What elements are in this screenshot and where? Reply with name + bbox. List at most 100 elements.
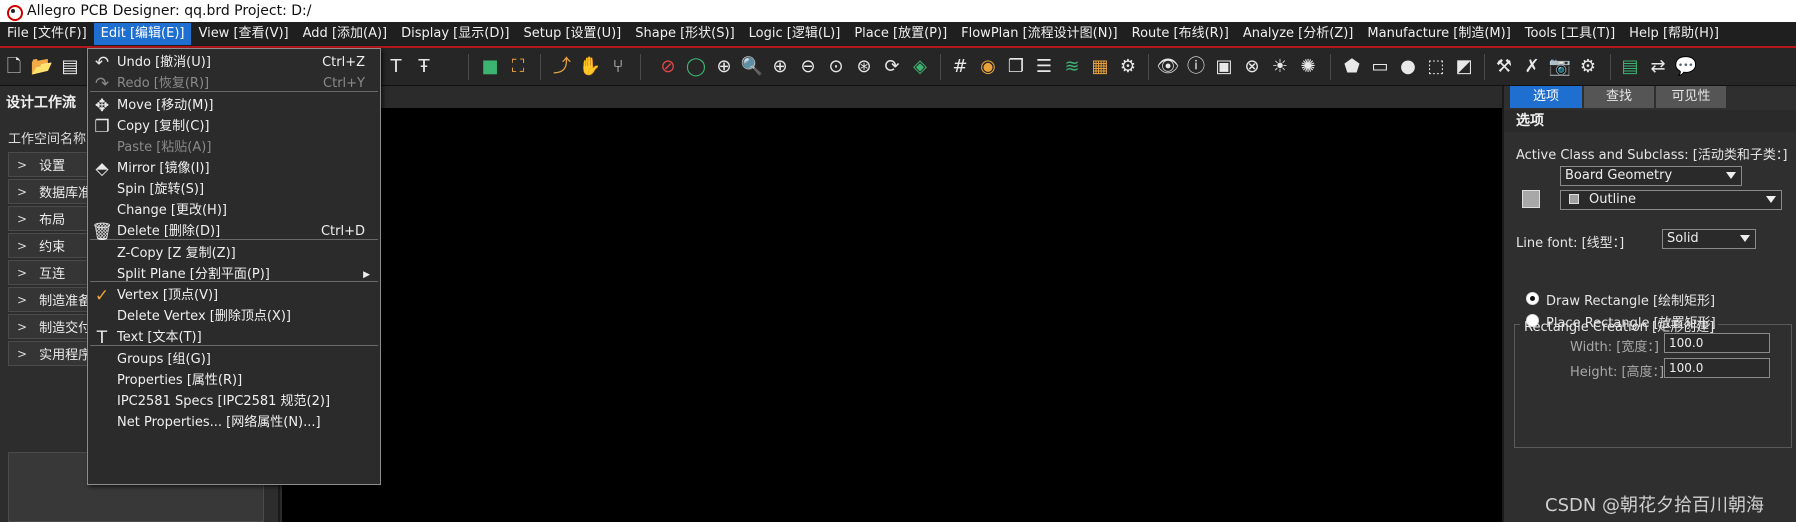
tab-options[interactable]: 选项	[1510, 86, 1582, 108]
class-color-swatch[interactable]	[1522, 190, 1540, 208]
delete-x-icon[interactable]: ✗	[1520, 55, 1544, 79]
route-icon[interactable]: ⤴	[550, 55, 574, 79]
tree-item-label: 设置	[39, 159, 66, 174]
drc-off-icon[interactable]: ⊘	[656, 55, 680, 79]
zoom-window-icon[interactable]: 🔍	[740, 55, 764, 79]
shape-add-icon[interactable]: ⬟	[1340, 55, 1364, 79]
place-icon[interactable]: ⛶	[506, 55, 530, 79]
visibility-icon[interactable]: 👁	[1156, 55, 1180, 79]
shape-circle-icon[interactable]: ●	[1396, 55, 1420, 79]
edit-text-icon[interactable]: Ŧ	[412, 55, 436, 79]
info-icon[interactable]: ⓘ	[1184, 55, 1208, 79]
subclass-select[interactable]: Outline	[1560, 190, 1782, 210]
menu-1[interactable]: Edit [编辑(E)]	[93, 23, 192, 45]
component-icon[interactable]: ■	[478, 55, 502, 79]
highlight-icon[interactable]: ☀	[1268, 55, 1292, 79]
shape-rect-icon[interactable]: ▭	[1368, 55, 1392, 79]
options-header: 选项	[1504, 110, 1796, 132]
script-icon[interactable]: ▤	[1618, 55, 1642, 79]
vertex-icon: ✓	[94, 286, 110, 306]
save-icon[interactable]: ▤	[58, 55, 82, 79]
tree-item-label: 布局	[39, 213, 66, 228]
hide-icon[interactable]: ⊗	[1240, 55, 1264, 79]
edit-menu-item[interactable]: Net Properties... [网络属性(N)...]	[88, 411, 380, 435]
menu-item-label: Net Properties... [网络属性(N)...]	[117, 415, 321, 430]
edit-menu-item[interactable]: T Text [文本(T)]	[88, 326, 380, 350]
settings-icon[interactable]: ⚙	[1116, 55, 1140, 79]
width-input[interactable]: 100.0	[1664, 333, 1770, 353]
zoom-fit-icon[interactable]: ⊕	[712, 55, 736, 79]
dehighlight-icon[interactable]: ✺	[1296, 55, 1320, 79]
open-folder-icon[interactable]: 📂	[30, 55, 54, 79]
comment-icon[interactable]: 💬	[1674, 55, 1698, 79]
menu-4[interactable]: Display [显示(D)]	[394, 23, 516, 45]
width-label: Width: [宽度：]	[1570, 340, 1659, 355]
menu-8[interactable]: Place [放置(P)]	[847, 23, 954, 45]
zoom-center-icon[interactable]: ⊛	[852, 55, 876, 79]
chevron-down-icon	[1740, 235, 1750, 242]
text-icon: T	[96, 328, 108, 348]
menu-10[interactable]: Route [布线(R)]	[1125, 23, 1236, 45]
menu-12[interactable]: Manufacture [制造(M)]	[1360, 23, 1517, 45]
edit-menu-item[interactable]: ↷ Redo [恢复(R)] Ctrl+Y	[88, 72, 380, 96]
tab-find[interactable]: 查找	[1584, 86, 1654, 108]
new-file-icon[interactable]: 🗋	[2, 55, 26, 79]
drc-on-icon[interactable]: ◯	[684, 55, 708, 79]
panel-title: 设计工作流	[6, 95, 76, 111]
shadow-icon[interactable]: ❐	[1004, 55, 1028, 79]
place-rectangle-label: Place Rectangle [放置矩形]	[1546, 316, 1716, 331]
menu-7[interactable]: Logic [逻辑(L)]	[742, 23, 848, 45]
mirror-icon: ⬘	[95, 159, 109, 179]
stackup-icon[interactable]: ≋	[1060, 55, 1084, 79]
sync-icon[interactable]: ⇄	[1646, 55, 1670, 79]
class-select[interactable]: Board Geometry	[1560, 166, 1742, 186]
menu-3[interactable]: Add [添加(A)]	[296, 23, 394, 45]
manufacture-icon[interactable]: ⚙	[1576, 55, 1600, 79]
camera-icon[interactable]: 📷	[1548, 55, 1572, 79]
layers-icon[interactable]: ☰	[1032, 55, 1056, 79]
menu-6[interactable]: Shape [形状(S)]	[628, 23, 741, 45]
draw-rectangle-radio[interactable]	[1526, 292, 1539, 305]
slide-icon[interactable]: ✋	[578, 55, 602, 79]
color-icon[interactable]: ◉	[976, 55, 1000, 79]
active-class-label: Active Class and Subclass: [活动类和子类：]	[1516, 148, 1788, 163]
redraw-icon[interactable]: ⟳	[880, 55, 904, 79]
menu-14[interactable]: Help [帮助(H)]	[1622, 23, 1726, 45]
grid-icon[interactable]: #	[948, 55, 972, 79]
place-rectangle-radio[interactable]	[1526, 314, 1539, 327]
menu-0[interactable]: File [文件(F)]	[0, 23, 94, 45]
menu-9[interactable]: FlowPlan [流程设计图(N)]	[954, 23, 1124, 45]
menu-11[interactable]: Analyze [分析(Z)]	[1236, 23, 1361, 45]
zoom-out-icon[interactable]: ⊖	[796, 55, 820, 79]
chevron-right-icon: >	[17, 211, 28, 226]
canvas-header	[282, 86, 1502, 108]
fanout-icon[interactable]: ⑂	[606, 55, 630, 79]
edit-menu-item[interactable]: 🗑 Delete [删除(D)] Ctrl+D	[88, 220, 380, 244]
design-canvas[interactable]	[282, 108, 1502, 522]
chevron-right-icon: >	[17, 157, 28, 172]
zoom-in-icon[interactable]: ⊕	[768, 55, 792, 79]
height-input[interactable]: 100.0	[1664, 358, 1770, 378]
workspace-label: 工作空间名称	[8, 132, 87, 147]
zoom-prev-icon[interactable]: ⊙	[824, 55, 848, 79]
window-title: Allegro PCB Designer: qq.brd Project: D:…	[27, 3, 312, 19]
menu-5[interactable]: Setup [设置(U)]	[516, 23, 628, 45]
menu-2[interactable]: View [查看(V)]	[191, 23, 295, 45]
board-3d-icon[interactable]: ◈	[908, 55, 932, 79]
delete-icon: 🗑	[91, 222, 113, 242]
package-icon[interactable]: ▣	[1212, 55, 1236, 79]
tab-visibility[interactable]: 可见性	[1656, 86, 1726, 108]
report-icon[interactable]: ▦	[1088, 55, 1112, 79]
tools-icon[interactable]: ⚒	[1492, 55, 1516, 79]
edit-dropdown-menu: ↶ Undo [撤消(U)] Ctrl+Z ↷ Redo [恢复(R)] Ctrl+Y ✥ M…	[87, 48, 381, 485]
menu-13[interactable]: Tools [工具(T)]	[1518, 23, 1622, 45]
shape-edit-icon[interactable]: ◩	[1452, 55, 1476, 79]
menu-item-shortcut: Ctrl+D	[320, 224, 365, 239]
subclass-value: Outline	[1589, 192, 1637, 207]
draw-rectangle-label: Draw Rectangle [绘制矩形]	[1546, 294, 1716, 309]
shape-select-icon[interactable]: ⬚	[1424, 55, 1448, 79]
watermark-text: CSDN @朝花夕拾百川朝海	[1545, 495, 1765, 516]
line-font-select[interactable]: Solid	[1662, 229, 1756, 249]
menu-item-shortcut: Ctrl+Y	[323, 76, 365, 91]
add-text-icon[interactable]: T	[384, 55, 408, 79]
